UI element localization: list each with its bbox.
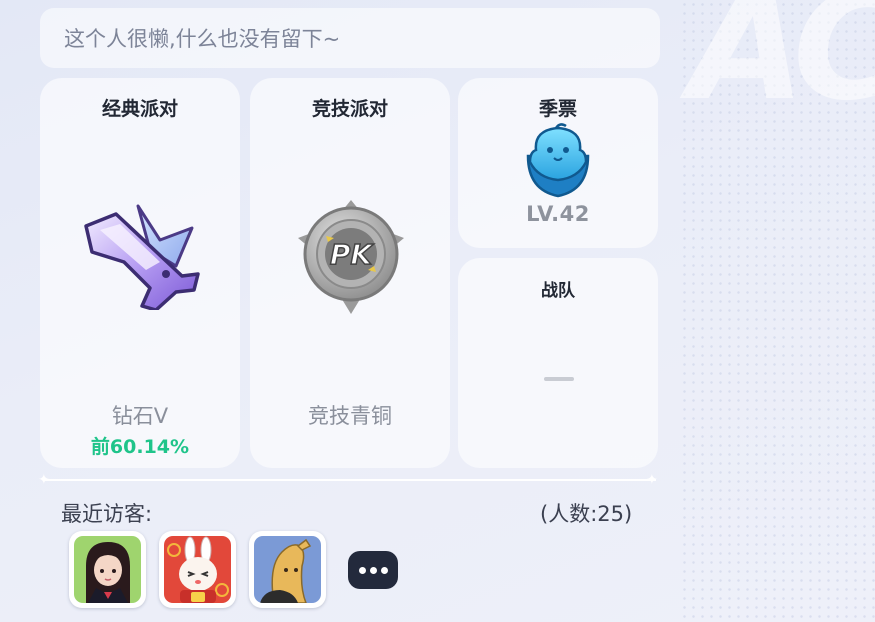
diamond-rank-gun-icon [84, 204, 200, 310]
team-title: 战队 [541, 281, 575, 301]
season-pass-title: 季票 [538, 98, 577, 120]
visitors-count: (人数:25) [540, 502, 633, 526]
signature-text: 这个人很懒,什么也没有留下~ [64, 27, 341, 51]
visitor-avatar-1[interactable] [69, 531, 146, 608]
visitor-avatar-3[interactable] [249, 531, 326, 608]
pk-bronze-badge-icon: PK [298, 200, 404, 314]
ellipsis-icon [358, 566, 366, 574]
ellipsis-icon [380, 566, 388, 574]
season-pass-card[interactable]: 季票 LV.42 [458, 78, 658, 248]
visitor-avatar-2[interactable] [159, 531, 236, 608]
background-watermark: AC [689, 0, 875, 134]
ellipsis-icon [369, 566, 377, 574]
divider-right-star-icon: ✦ [646, 472, 658, 488]
more-visitors-button[interactable] [348, 551, 398, 589]
classic-party-title: 经典派对 [101, 98, 178, 120]
banana-avatar-icon [254, 536, 321, 603]
girl-avatar-icon [74, 536, 141, 603]
team-empty-dash [544, 377, 574, 381]
classic-rank-name: 钻石V [111, 404, 169, 428]
ranked-party-title: 竞技派对 [311, 98, 388, 120]
section-divider [44, 479, 656, 481]
svg-text:PK: PK [330, 238, 375, 271]
season-pass-bird-badge-icon [526, 123, 590, 198]
season-pass-level: LV.42 [526, 202, 590, 226]
classic-party-card[interactable]: 经典派对 钻石V 前60.14% [40, 78, 240, 468]
team-card[interactable]: 战队 [458, 258, 658, 468]
recent-visitors-label: 最近访客: [61, 502, 153, 526]
classic-rank-percentile: 前60.14% [90, 436, 190, 458]
ranked-rank-name: 竞技青铜 [308, 404, 392, 428]
divider-left-star-icon: ✦ [38, 472, 50, 488]
signature-field[interactable]: 这个人很懒,什么也没有留下~ [40, 8, 660, 68]
ranked-party-card[interactable]: 竞技派对 PK 竞技青铜 [250, 78, 450, 468]
bunny-avatar-icon [164, 536, 231, 603]
